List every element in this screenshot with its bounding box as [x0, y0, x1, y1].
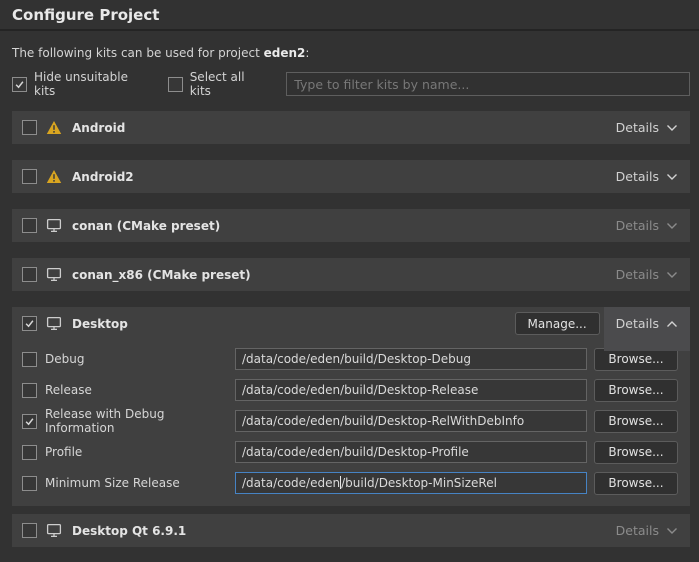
path-text: /data/code/eden/build/Desktop-Profile: [242, 445, 469, 459]
details-label: Details: [616, 523, 659, 538]
kit-list: Android Details Android2: [12, 111, 690, 547]
kit-details-body: Debug /data/code/eden/build/Desktop-Debu…: [12, 340, 690, 506]
kit-section: Desktop Qt 6.9.1 Details: [12, 514, 690, 547]
kit-section: Android Details: [12, 111, 690, 144]
check-icon: [24, 416, 35, 427]
browse-button[interactable]: Browse...: [594, 410, 678, 433]
build-dir-input[interactable]: /data/code/eden/build/Desktop-Profile: [235, 441, 587, 463]
path-text: /data/code/eden/build/Desktop-Debug: [242, 352, 471, 366]
intro-text-before: The following kits can be used for proje…: [12, 46, 264, 60]
intro-text: The following kits can be used for proje…: [12, 46, 690, 60]
filter-bar: Hide unsuitable kits Select all kits: [12, 70, 690, 98]
kit-name: conan_x86 (CMake preset): [72, 268, 251, 282]
browse-button[interactable]: Browse...: [594, 379, 678, 402]
kit-row[interactable]: Desktop Qt 6.9.1 Details: [12, 514, 690, 547]
kit-checkbox[interactable]: [22, 169, 37, 184]
browse-button[interactable]: Browse...: [594, 472, 678, 495]
chevron-icon: [666, 222, 678, 230]
build-config-row: Minimum Size Release /data/code/eden/bui…: [22, 472, 680, 494]
chevron-icon: [666, 320, 678, 328]
kit-row[interactable]: Android Details: [12, 111, 690, 144]
kit-checkbox[interactable]: [22, 218, 37, 233]
desktop-icon: [46, 316, 63, 332]
warning-icon: [46, 120, 63, 136]
path-text: /data/code/eden/build/Desktop-Release: [242, 383, 478, 397]
select-all-kits-label: Select all kits: [190, 70, 265, 98]
build-config-checkbox[interactable]: [22, 476, 37, 491]
select-all-kits-checkbox[interactable]: [168, 77, 183, 92]
warning-icon: [46, 169, 63, 185]
check-icon: [14, 79, 25, 90]
path-text: /data/code/eden/build/Desktop-RelWithDeb…: [242, 414, 524, 428]
kit-section: conan (CMake preset) Details: [12, 209, 690, 242]
details-label: Details: [616, 267, 659, 282]
chevron-icon: [666, 527, 678, 535]
build-config-label: Debug: [45, 352, 235, 366]
build-dir-input[interactable]: /data/code/eden/build/Desktop-Release: [235, 379, 587, 401]
configure-project-panel: The following kits can be used for proje…: [0, 46, 699, 547]
details-toggle[interactable]: Details: [616, 120, 680, 135]
details-toggle[interactable]: Details: [616, 316, 680, 331]
kit-checkbox[interactable]: [22, 267, 37, 282]
kit-row[interactable]: conan_x86 (CMake preset) Details: [12, 258, 690, 291]
kit-checkbox[interactable]: [22, 120, 37, 135]
kit-name: Android: [72, 121, 125, 135]
details-toggle[interactable]: Details: [616, 218, 680, 233]
details-toggle[interactable]: Details: [616, 523, 680, 538]
desktop-icon: [46, 523, 63, 539]
kit-section: conan_x86 (CMake preset) Details: [12, 258, 690, 291]
build-config-checkbox[interactable]: [22, 352, 37, 367]
build-dir-input[interactable]: /data/code/eden/build/Desktop-MinSizeRel: [235, 472, 587, 494]
build-dir-input[interactable]: /data/code/eden/build/Desktop-Debug: [235, 348, 587, 370]
build-config-row: Debug /data/code/eden/build/Desktop-Debu…: [22, 348, 680, 370]
kit-filter-input[interactable]: [286, 72, 690, 96]
page-title: Configure Project: [0, 0, 699, 31]
project-name: eden2: [264, 46, 306, 60]
intro-text-after: :: [305, 46, 309, 60]
manage-button[interactable]: Manage...: [515, 312, 600, 335]
kit-name: Android2: [72, 170, 134, 184]
path-text: /build/Desktop-MinSizeRel: [341, 476, 497, 490]
details-label: Details: [616, 316, 659, 331]
hide-unsuitable-kits-option[interactable]: Hide unsuitable kits: [12, 70, 146, 98]
chevron-icon: [666, 271, 678, 279]
kit-row[interactable]: Desktop Manage... Details: [12, 307, 690, 340]
path-text: /data/code/eden: [242, 476, 340, 490]
build-config-row: Profile /data/code/eden/build/Desktop-Pr…: [22, 441, 680, 463]
build-config-label: Release: [45, 383, 235, 397]
build-config-row: Release with Debug Information /data/cod…: [22, 410, 680, 432]
kit-name: Desktop: [72, 317, 128, 331]
kit-checkbox[interactable]: [22, 523, 37, 538]
build-config-label: Minimum Size Release: [45, 476, 235, 490]
details-label: Details: [616, 169, 659, 184]
details-toggle[interactable]: Details: [616, 169, 680, 184]
desktop-icon: [46, 218, 63, 234]
select-all-kits-option[interactable]: Select all kits: [168, 70, 265, 98]
details-toggle[interactable]: Details: [616, 267, 680, 282]
browse-button[interactable]: Browse...: [594, 441, 678, 464]
build-config-row: Release /data/code/eden/build/Desktop-Re…: [22, 379, 680, 401]
build-config-label: Release with Debug Information: [45, 407, 235, 435]
build-config-label: Profile: [45, 445, 235, 459]
details-label: Details: [616, 120, 659, 135]
kit-name: Desktop Qt 6.9.1: [72, 524, 186, 538]
check-icon: [24, 318, 35, 329]
kit-row[interactable]: conan (CMake preset) Details: [12, 209, 690, 242]
kit-checkbox[interactable]: [22, 316, 37, 331]
hide-unsuitable-kits-label: Hide unsuitable kits: [34, 70, 146, 98]
details-label: Details: [616, 218, 659, 233]
kit-row[interactable]: Android2 Details: [12, 160, 690, 193]
kit-name: conan (CMake preset): [72, 219, 220, 233]
kit-section: Android2 Details: [12, 160, 690, 193]
build-config-checkbox[interactable]: [22, 445, 37, 460]
build-config-checkbox[interactable]: [22, 414, 37, 429]
build-config-checkbox[interactable]: [22, 383, 37, 398]
kit-section: Desktop Manage... Details Debug /data/co…: [12, 307, 690, 506]
desktop-icon: [46, 267, 63, 283]
chevron-icon: [666, 173, 678, 181]
build-dir-input[interactable]: /data/code/eden/build/Desktop-RelWithDeb…: [235, 410, 587, 432]
chevron-icon: [666, 124, 678, 132]
hide-unsuitable-kits-checkbox[interactable]: [12, 77, 27, 92]
